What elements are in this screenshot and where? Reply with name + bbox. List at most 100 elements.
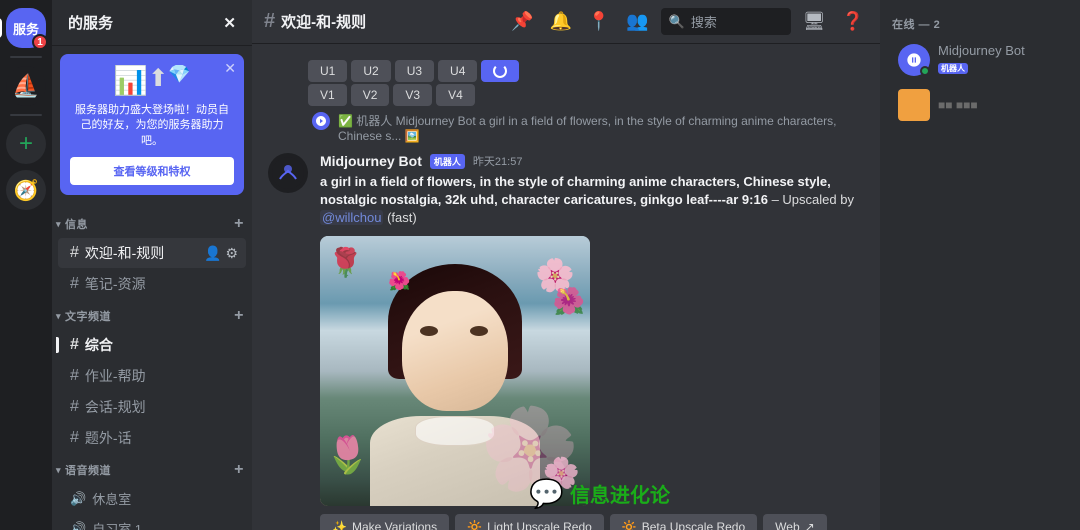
- search-bar[interactable]: 🔍 搜索: [661, 8, 791, 35]
- upscale-3-button[interactable]: U3: [395, 60, 434, 82]
- channel-list: ▾ 信息 + # 欢迎-和-规则 👤 ⚙ # 笔记-资源 ▾ 文字频道: [52, 203, 252, 530]
- member-item-user2[interactable]: ■■ ■■■: [886, 83, 1074, 127]
- member-status-online: [920, 66, 930, 76]
- web-button[interactable]: Web ↗: [763, 514, 827, 530]
- light-upscale-icon: 🔆: [467, 520, 482, 530]
- variation-4-button[interactable]: V4: [436, 84, 475, 106]
- hash-icon-6: #: [70, 429, 79, 447]
- message-author: Midjourney Bot: [320, 153, 422, 169]
- variation-2-button[interactable]: V2: [351, 84, 390, 106]
- channel-name-general: 综合: [85, 335, 113, 355]
- variation-3-button[interactable]: V3: [393, 84, 432, 106]
- member-item-bot[interactable]: Midjourney Bot 机器人: [886, 37, 1074, 82]
- channel-hash-icon: #: [264, 10, 275, 33]
- message-mention[interactable]: @willchou: [320, 210, 383, 225]
- channel-item-lounge[interactable]: 🔊 休息室: [58, 484, 246, 513]
- message-item: Midjourney Bot 机器人 昨天21:57 a girl in a f…: [252, 149, 880, 530]
- server-icon-boat[interactable]: ⛵: [6, 66, 46, 106]
- web-label: Web: [775, 520, 799, 530]
- light-upscale-redo-button[interactable]: 🔆 Light Upscale Redo: [455, 514, 604, 530]
- member-info: Midjourney Bot 机器人: [938, 43, 1025, 76]
- notification-bell-icon[interactable]: 🔔: [545, 7, 575, 36]
- channel-item-homework[interactable]: # 作业-帮助: [58, 361, 246, 391]
- channel-name-title: 欢迎-和-规则: [281, 11, 366, 32]
- channel-name-notes: 笔记-资源: [85, 274, 146, 294]
- channel-item-offtopic[interactable]: # 题外-话: [58, 423, 246, 453]
- channel-sidebar: 的服务 ✕ ✕ 📊 ⬆ 💎 服务器助力盛大登场啦！动员自己的好友，为您的服务器助…: [52, 0, 252, 530]
- popup-close-button[interactable]: ✕: [224, 60, 236, 77]
- search-placeholder: 搜索: [691, 12, 717, 31]
- main-content: # 欢迎-和-规则 📌 🔔 📍 👥 🔍 搜索 🖥 ❓ U1 U2 U3 U4: [252, 0, 880, 530]
- section-header-text[interactable]: ▾ 文字频道 +: [52, 303, 252, 329]
- spin-icon: [493, 64, 507, 78]
- hash-icon: #: [70, 244, 79, 262]
- light-upscale-label: Light Upscale Redo: [487, 520, 592, 530]
- hash-icon-2: #: [70, 275, 79, 293]
- channel-name-lounge: 休息室: [92, 489, 131, 508]
- channel-item-study[interactable]: 🔊 自习室 1: [58, 514, 246, 530]
- grid-buttons-row2: V1 V2 V3 V4: [308, 84, 880, 106]
- server-name: 的服务: [68, 12, 113, 33]
- upscale-1-button[interactable]: U1: [308, 60, 347, 82]
- hash-icon-3: #: [70, 336, 79, 354]
- member-info-2: ■■ ■■■: [938, 96, 978, 114]
- bot-badge: 机器人: [430, 154, 465, 169]
- top-bar-actions: 📌 🔔 📍 👥 🔍 搜索 🖥 ❓: [507, 7, 868, 36]
- external-link-icon: ↗: [805, 520, 815, 530]
- message-prompt: a girl in a field of flowers, in the sty…: [320, 174, 831, 207]
- help-icon[interactable]: ❓: [838, 7, 868, 36]
- beta-upscale-redo-button[interactable]: 🔆 Beta Upscale Redo: [610, 514, 757, 530]
- add-text-channel-button[interactable]: +: [234, 307, 244, 325]
- system-avatar: [312, 112, 330, 130]
- server-header[interactable]: 的服务 ✕: [52, 0, 252, 46]
- section-label-voice: 语音频道: [65, 462, 111, 478]
- message-image[interactable]: 🌸 🌺 🌹 🌷 🌸 🌺: [320, 236, 590, 506]
- section-header-info[interactable]: ▾ 信息 +: [52, 211, 252, 237]
- channel-name-study: 自习室 1: [92, 519, 142, 530]
- popup-notification: ✕ 📊 ⬆ 💎 服务器助力盛大登场啦！动员自己的好友，为您的服务器助力吧。 查看…: [60, 54, 244, 195]
- hashtag-settings-icon[interactable]: 📌: [507, 7, 537, 36]
- pin-icon[interactable]: 📍: [584, 7, 614, 36]
- upscale-2-button[interactable]: U2: [351, 60, 390, 82]
- section-label-info: 信息: [65, 216, 88, 232]
- add-server-button[interactable]: +: [6, 124, 46, 164]
- variation-1-button[interactable]: V1: [308, 84, 347, 106]
- inbox-icon[interactable]: 🖥: [799, 7, 830, 36]
- voice-icon-2: 🔊: [70, 521, 86, 530]
- add-channel-button[interactable]: +: [234, 215, 244, 233]
- make-variations-button[interactable]: ✨ Make Variations: [320, 514, 449, 530]
- member-avatar-user2: [898, 89, 930, 121]
- user-icon: 👤: [204, 245, 221, 262]
- section-label-text: 文字频道: [65, 308, 111, 324]
- top-bar: # 欢迎-和-规则 📌 🔔 📍 👥 🔍 搜索 🖥 ❓: [252, 0, 880, 44]
- messages-area: U1 U2 U3 U4 V1 V2 V3 V4 ✅ 机器人 Midjourney…: [252, 44, 880, 530]
- message-time: 昨天21:57: [473, 153, 523, 169]
- server-sidebar: 服务 1 ⛵ + 🧭: [0, 0, 52, 530]
- channel-item-notes[interactable]: # 笔记-资源: [58, 269, 246, 299]
- discover-server-button[interactable]: 🧭: [6, 170, 46, 210]
- upscale-4-button[interactable]: U4: [438, 60, 477, 82]
- server-icon-my-service[interactable]: 服务 1: [6, 8, 46, 48]
- online-header: 在线 — 2: [880, 8, 1080, 36]
- variations-icon: ✨: [332, 520, 347, 530]
- section-arrow-voice: ▾: [56, 465, 61, 476]
- channel-name-offtopic: 题外-话: [85, 428, 132, 448]
- voice-icon: 🔊: [70, 491, 86, 507]
- refresh-button[interactable]: [481, 60, 519, 82]
- chevron-down-icon: ✕: [223, 14, 236, 32]
- members-icon[interactable]: 👥: [622, 7, 652, 36]
- message-mention-suffix: (fast): [387, 210, 417, 225]
- popup-icon-area: 📊 ⬆ 💎: [70, 64, 234, 97]
- right-sidebar: 在线 — 2 Midjourney Bot 机器人 ■■ ■■■: [880, 0, 1080, 530]
- channel-item-welcome[interactable]: # 欢迎-和-规则 👤 ⚙: [58, 238, 246, 268]
- message-header: Midjourney Bot 机器人 昨天21:57: [320, 153, 864, 169]
- channel-section-text: ▾ 文字频道 + # 综合 # 作业-帮助 # 会话-规划 # 题外-话: [52, 303, 252, 453]
- popup-text: 服务器助力盛大登场啦！动员自己的好友，为您的服务器助力吧。: [70, 103, 234, 149]
- member-avatar-bot: [898, 44, 930, 76]
- add-voice-button[interactable]: +: [234, 461, 244, 479]
- notification-badge: 1: [32, 34, 48, 50]
- channel-item-general[interactable]: # 综合: [58, 330, 246, 360]
- section-header-voice[interactable]: ▾ 语音频道 +: [52, 457, 252, 483]
- channel-item-sessions[interactable]: # 会话-规划: [58, 392, 246, 422]
- view-level-button[interactable]: 查看等级和特权: [70, 157, 234, 185]
